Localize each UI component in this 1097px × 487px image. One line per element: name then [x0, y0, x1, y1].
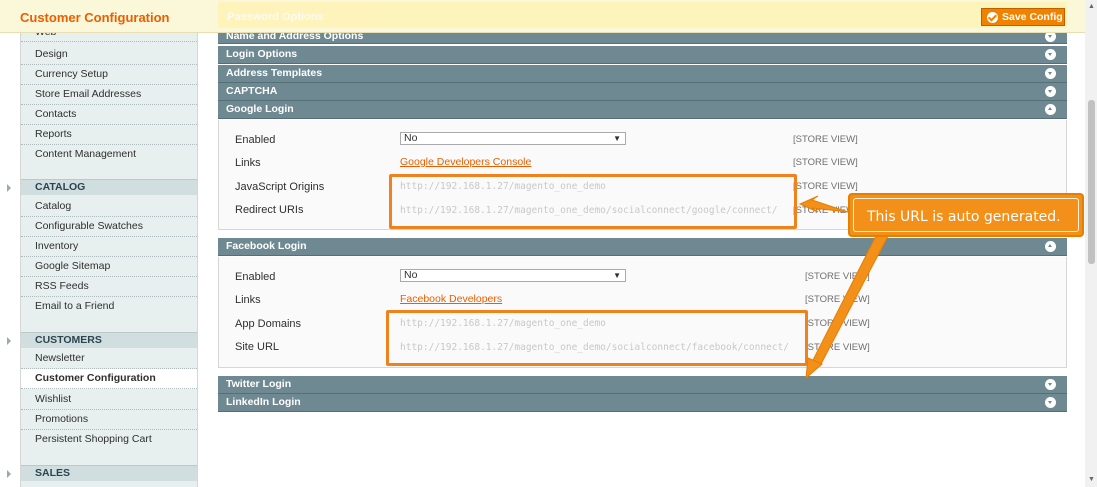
save-config-button[interactable]: Save Config: [981, 8, 1065, 26]
callout-arrow-lower: [811, 235, 889, 367]
callout-arrows: [798, 195, 889, 380]
page-title: Customer Configuration: [20, 10, 170, 25]
page-header: Customer Configuration Password Options …: [0, 0, 1085, 33]
callout-arrow-upper: [798, 195, 849, 213]
section-label: Password Options: [227, 11, 324, 23]
section-password-options[interactable]: Password Options: [218, 2, 1067, 28]
save-config-label: Save Config: [1002, 11, 1063, 23]
callout-text: This URL is auto generated.: [853, 198, 1079, 232]
auto-generated-url-callout: This URL is auto generated.: [848, 193, 1084, 237]
check-icon: [987, 12, 998, 23]
